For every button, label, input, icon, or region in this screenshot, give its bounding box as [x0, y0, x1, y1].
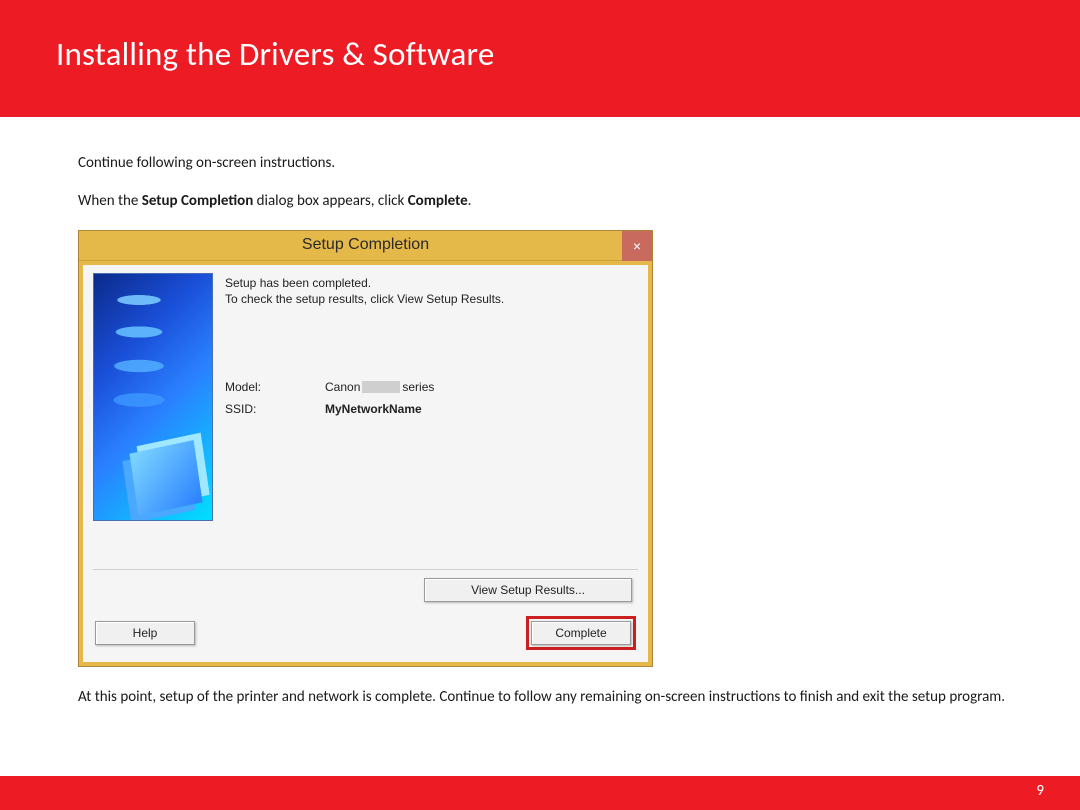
page-content: Continue following on-screen instruction…	[0, 117, 1080, 707]
close-icon[interactable]: ×	[622, 231, 652, 261]
page-footer: 9	[0, 776, 1080, 810]
view-setup-results-button[interactable]: View Setup Results...	[424, 578, 632, 602]
instruction-line-1: Continue following on-screen instruction…	[78, 153, 1024, 173]
dialog-bottom-row: Help Complete	[93, 616, 638, 652]
setup-completion-dialog: Setup Completion × Setup has been comple…	[78, 230, 653, 667]
fields-block: Model: Canon series SSID: MyNetworkName	[225, 379, 638, 417]
bold-setup-completion: Setup Completion	[142, 192, 254, 210]
message-line-2: To check the setup results, click View S…	[225, 292, 504, 306]
page-number: 9	[1036, 782, 1044, 800]
dialog-body: Setup has been completed. To check the s…	[83, 265, 648, 662]
dialog-chrome: Setup has been completed. To check the s…	[79, 261, 652, 666]
message-line-1: Setup has been completed.	[225, 276, 371, 290]
text-fragment: When the	[78, 192, 142, 210]
dialog-titlebar: Setup Completion ×	[79, 231, 652, 261]
bold-complete: Complete	[408, 192, 468, 210]
ssid-label: SSID:	[225, 401, 325, 417]
model-brand: Canon	[325, 379, 360, 395]
instruction-line-2: When the Setup Completion dialog box app…	[78, 191, 1024, 211]
model-suffix: series	[402, 379, 434, 395]
page-title: Installing the Drivers & Software	[56, 34, 1080, 74]
ssid-value: MyNetworkName	[325, 401, 422, 417]
redacted-block	[362, 381, 400, 393]
setup-message: Setup has been completed. To check the s…	[225, 275, 638, 307]
text-fragment: .	[468, 192, 472, 210]
dialog-text-area: Setup has been completed. To check the s…	[225, 273, 638, 521]
ssid-row: SSID: MyNetworkName	[225, 401, 638, 417]
view-results-row: View Setup Results...	[93, 578, 638, 602]
model-value: Canon series	[325, 379, 434, 395]
text-fragment: dialog box appears, click	[253, 192, 407, 210]
page-header: Installing the Drivers & Software	[0, 0, 1080, 117]
model-label: Model:	[225, 379, 325, 395]
model-row: Model: Canon series	[225, 379, 638, 395]
highlight-box: Complete	[526, 616, 636, 650]
complete-button[interactable]: Complete	[531, 621, 631, 645]
dialog-top-row: Setup has been completed. To check the s…	[93, 273, 638, 521]
dialog-title: Setup Completion	[302, 234, 429, 256]
help-button[interactable]: Help	[95, 621, 195, 645]
divider	[93, 569, 638, 570]
instruction-line-3: At this point, setup of the printer and …	[78, 687, 1024, 707]
decorative-graphic	[93, 273, 213, 521]
